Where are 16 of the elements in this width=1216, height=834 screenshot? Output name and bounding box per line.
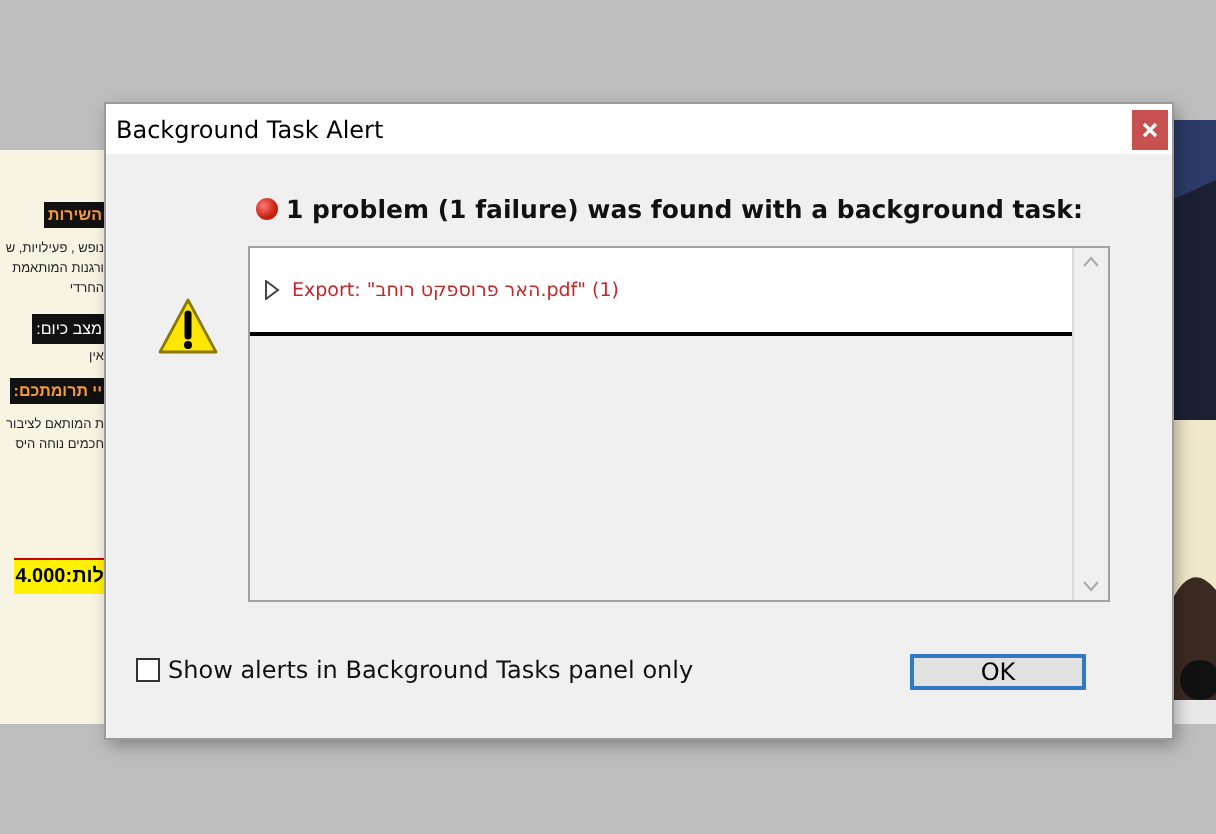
scroll-up-icon[interactable] bbox=[1082, 256, 1100, 268]
window-title: Background Task Alert bbox=[116, 115, 384, 143]
section-banner: מצב כיום: bbox=[32, 314, 106, 344]
ok-button[interactable]: OK bbox=[910, 654, 1086, 690]
close-icon bbox=[1142, 121, 1158, 137]
alerts-checkbox[interactable]: Show alerts in Background Tasks panel only bbox=[136, 656, 694, 684]
scroll-down-icon[interactable] bbox=[1082, 580, 1100, 592]
price-banner: לות:4.000 bbox=[13, 558, 106, 594]
warning-icon bbox=[158, 296, 218, 356]
error-dot-icon bbox=[256, 197, 278, 219]
expand-icon[interactable] bbox=[264, 280, 280, 300]
problem-row[interactable]: Export: "האר פרוספקט רוחב.pdf" (1) bbox=[250, 248, 1072, 336]
close-button[interactable] bbox=[1132, 109, 1168, 149]
section-heading: השירות bbox=[43, 202, 106, 228]
section-heading: יי תרומתכם: bbox=[9, 378, 106, 404]
summary-text: 1 problem (1 failure) was found with a background task: bbox=[286, 193, 1083, 223]
